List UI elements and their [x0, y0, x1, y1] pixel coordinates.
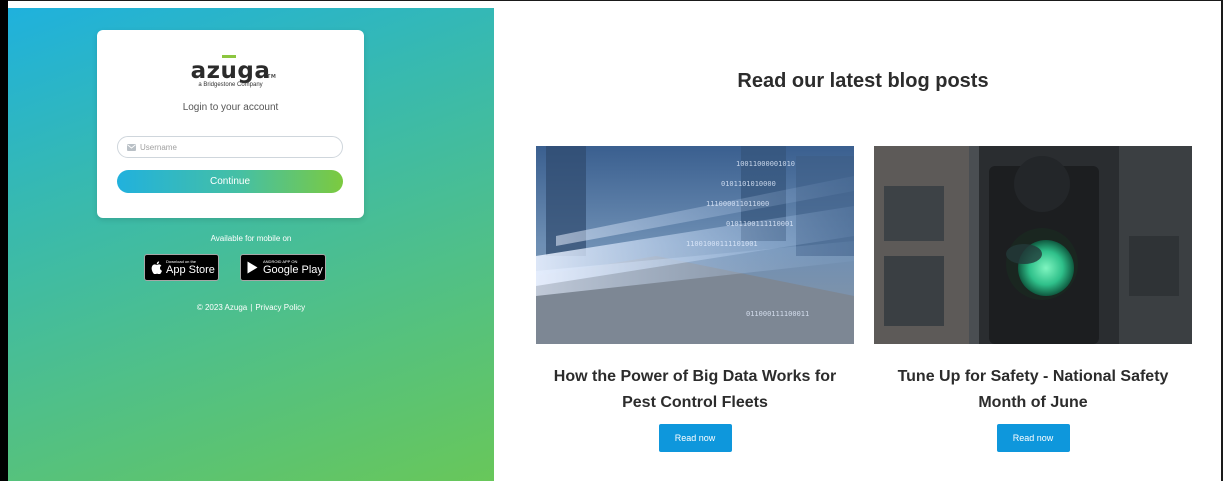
login-title: Login to your account	[182, 102, 279, 113]
blog-heading: Read our latest blog posts	[737, 70, 989, 92]
footer: © 2023 Azuga | Privacy Policy	[8, 303, 494, 312]
google-play-icon	[247, 261, 258, 274]
login-card: az uga TM a Bridgestone Company Login to …	[97, 30, 364, 218]
svg-text:111000011011000: 111000011011000	[706, 200, 769, 208]
read-now-button[interactable]: Read now	[658, 424, 732, 452]
azuga-logo: az uga TM	[97, 55, 364, 84]
app-store-label: App Store	[166, 264, 215, 276]
logo-accent-bar	[221, 55, 237, 58]
logo-text-u: u	[220, 58, 238, 84]
logo-trademark: TM	[267, 74, 277, 80]
login-panel: az uga TM a Bridgestone Company Login to …	[8, 8, 494, 481]
svg-text:11001000111101001: 11001000111101001	[686, 240, 758, 248]
google-play-label: Google Play	[263, 264, 323, 276]
envelope-icon	[127, 144, 136, 151]
google-play-badge[interactable]: ANDROID APP ON Google Play	[240, 254, 326, 281]
logo-subtitle: a Bridgestone Company	[198, 82, 263, 88]
svg-text:0101101010000: 0101101010000	[721, 180, 776, 188]
copyright-text: © 2023 Azuga	[196, 303, 248, 312]
blog-panel: Read our latest blog posts 1001100000101…	[494, 8, 1220, 481]
read-now-button[interactable]: Read now	[996, 424, 1070, 452]
blog-post-card: Tune Up for Safety - National Safety Mon…	[874, 146, 1192, 452]
blog-post-title[interactable]: How the Power of Big Data Works for Pest…	[536, 364, 854, 416]
window-top-edge	[0, 0, 1223, 8]
apple-icon	[151, 261, 162, 274]
logo-text-end: ga	[237, 58, 271, 84]
blog-post-card: 10011000001010 0101101010000 11100001101…	[536, 146, 854, 452]
continue-button[interactable]: Continue	[117, 170, 343, 193]
svg-text:10011000001010: 10011000001010	[736, 160, 795, 168]
app-store-badge[interactable]: Download on the App Store	[144, 254, 219, 281]
window-left-edge	[0, 0, 8, 481]
username-input[interactable]	[140, 140, 335, 154]
privacy-policy-link[interactable]: Privacy Policy	[255, 303, 305, 312]
username-field[interactable]	[117, 136, 343, 158]
green-traffic-light-image[interactable]	[874, 146, 1192, 344]
mobile-availability-label: Available for mobile on	[210, 234, 292, 243]
logo-text-start: az	[190, 58, 221, 84]
footer-separator: |	[250, 303, 253, 312]
svg-text:0101100111110001: 0101100111110001	[726, 220, 793, 228]
big-data-highway-image[interactable]: 10011000001010 0101101010000 11100001101…	[536, 146, 854, 344]
svg-text:011000111100011: 011000111100011	[746, 310, 809, 318]
blog-post-title[interactable]: Tune Up for Safety - National Safety Mon…	[874, 364, 1192, 416]
